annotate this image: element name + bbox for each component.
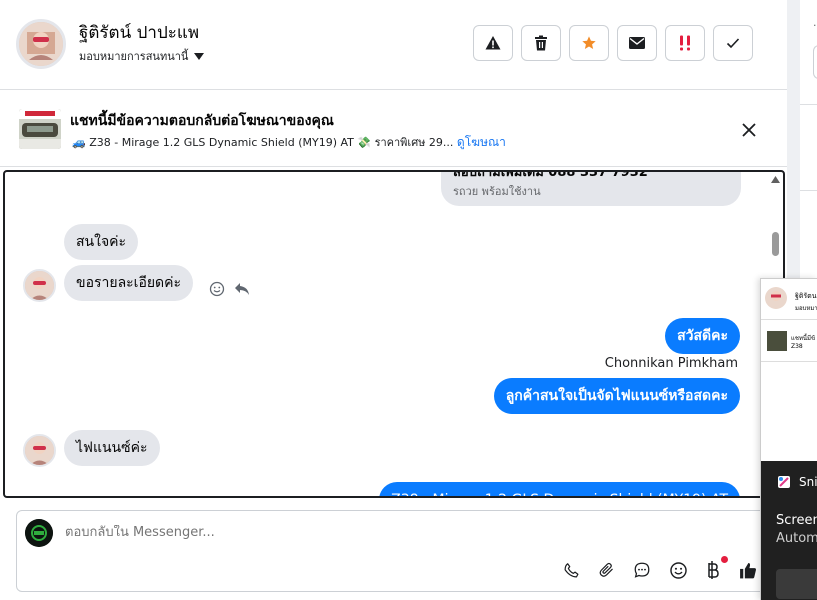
delete-button[interactable] (521, 25, 561, 61)
scroll-up-arrow-icon[interactable] (771, 176, 780, 183)
reply-icon[interactable] (234, 282, 250, 296)
assign-label: มอบหมายการสนทนานี้ (79, 50, 189, 63)
scrollbar-thumb[interactable] (772, 232, 779, 256)
payment-baht-icon[interactable] (702, 559, 724, 581)
attachment-icon[interactable] (595, 559, 617, 581)
mark-unread-button[interactable] (617, 25, 657, 61)
page-avatar (25, 519, 53, 547)
preview-name: ฐิติรัตน (795, 292, 817, 300)
contact-name: ฐิติรัตน์ ปาปะแพ (79, 23, 200, 43)
message-bubble-outgoing-partial: Z38 - Mirage 1.2 GLS Dynamic Shield (MY1… (379, 482, 740, 496)
ad-context-title: แชทนี้มีข้อความตอบกลับต่อโฆษณาของคุณ (70, 113, 334, 129)
toast-title: Screen (776, 513, 817, 528)
reply-input[interactable] (65, 525, 565, 540)
message-composer (16, 510, 787, 592)
message-bubble-incoming: ขอรายละเอียดค่ะ (64, 265, 194, 301)
envelope-icon (629, 37, 645, 49)
panel-divider-line (800, 190, 817, 191)
ad-context-subtitle: 🚙 Z38 - Mirage 1.2 GLS Dynamic Shield (M… (72, 133, 506, 152)
mark-spam-button[interactable] (473, 25, 513, 61)
panel-divider-line (800, 104, 817, 105)
toast-app-name: Sni (799, 475, 817, 489)
thumbs-up-icon[interactable] (737, 559, 759, 581)
preview-sub: มอบหมา (795, 305, 817, 312)
contact-avatar-small (23, 434, 56, 467)
react-emoji-icon[interactable] (209, 281, 225, 297)
car-icon: 🚙 (72, 136, 86, 149)
check-icon (726, 38, 740, 49)
panel-label-partial: · (813, 19, 817, 32)
star-button[interactable] (569, 25, 609, 61)
preview-divider (761, 319, 817, 320)
toast-action-button[interactable] (776, 569, 817, 599)
star-icon (582, 36, 596, 49)
ad-name: Z38 - Mirage 1.2 GLS Dynamic Shield (MY1… (89, 136, 454, 149)
notification-dot (721, 556, 728, 563)
contact-avatar[interactable] (16, 19, 66, 69)
view-ad-link[interactable]: ดูโฆษณา (457, 135, 506, 149)
call-icon[interactable] (560, 559, 582, 581)
message-thread[interactable]: สอบถามเพิ่มเติม 088 337 7932 รถวย พร้อมใ… (3, 170, 785, 498)
sender-name: Chonnikan Pimkham (604, 356, 738, 371)
toast-body: Autom (776, 531, 817, 546)
message-bubble-incoming: สนใจค่ะ (64, 224, 139, 260)
partial-message-line2: รถวย พร้อมใช้งาน (453, 185, 541, 198)
close-icon[interactable] (740, 121, 758, 139)
preview-ad-sub: Z38 (791, 343, 803, 350)
ad-context-banner: แชทนี้มีข้อความตอบกลับต่อโฆษณาของคุณ 🚙 Z… (0, 91, 787, 167)
inbox-conversation-pane: ฐิติรัตน์ ปาปะแพ มอบหมายการสนทนานี้ แชทน… (0, 0, 787, 600)
preview-avatar (765, 287, 787, 309)
snipping-tool-icon (778, 476, 790, 488)
double-exclamation-icon (680, 35, 690, 51)
message-bubble-incoming: ไฟแนนซ์ค่ะ (64, 430, 160, 466)
conversation-header: ฐิติรัตน์ ปาปะแพ มอบหมายการสนทนานี้ (0, 0, 787, 90)
caret-down-icon (194, 52, 205, 60)
partial-message-line1: สอบถามเพิ่มเติม 088 337 7932 (453, 170, 648, 180)
assign-conversation-dropdown[interactable]: มอบหมายการสนทนานี้ (79, 47, 205, 65)
mark-done-button[interactable] (713, 25, 753, 61)
contact-avatar-small (23, 269, 56, 302)
preview-ad-thumb (767, 331, 787, 351)
follow-up-button[interactable] (665, 25, 705, 61)
ad-thumbnail[interactable] (19, 109, 61, 149)
panel-field-partial[interactable] (813, 45, 817, 79)
overlay-window-preview[interactable]: ฐิติรัตน มอบหมา แชทนี้มีข้ Z38 Sni Scree… (760, 278, 817, 600)
message-bubble-outgoing: ลูกค้าสนใจเป็นจัดไฟแนนซ์หรือสดคะ (493, 378, 740, 414)
message-bubble-incoming-partial: สอบถามเพิ่มเติม 088 337 7932 รถวย พร้อมใ… (441, 170, 741, 206)
saved-reply-icon[interactable] (631, 559, 653, 581)
message-bubble-outgoing: สวัสดีคะ (665, 318, 740, 354)
warning-icon (485, 36, 501, 50)
preview-ad-title: แชทนี้มีข้ (791, 335, 816, 342)
snipping-tool-toast[interactable]: Sni Screen Autom (761, 461, 817, 600)
emoji-icon[interactable] (667, 559, 689, 581)
preview-divider (761, 361, 817, 362)
trash-icon (535, 35, 547, 51)
